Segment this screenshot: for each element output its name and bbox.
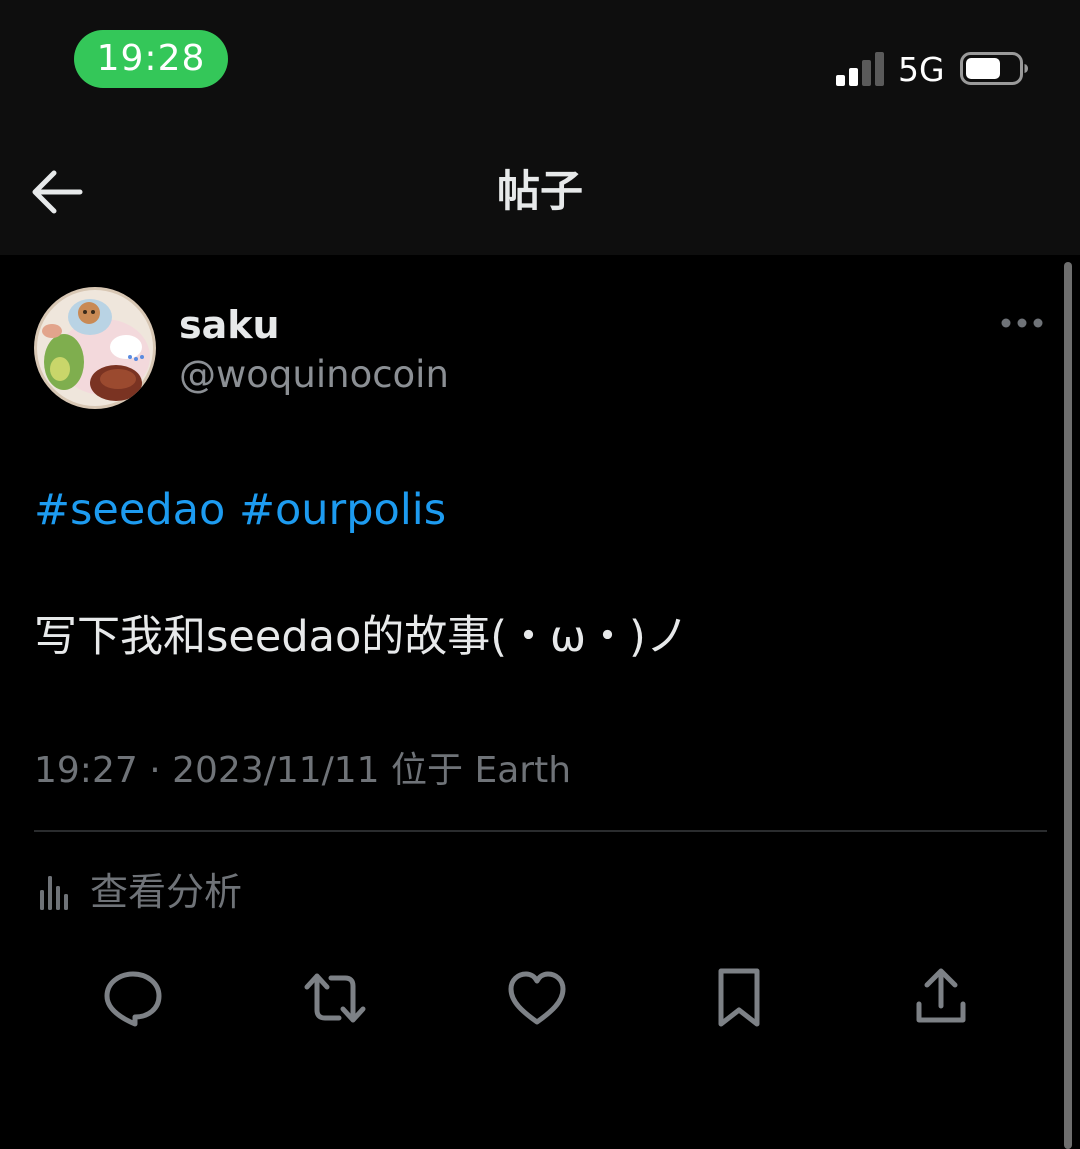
share-icon[interactable] <box>909 966 973 1030</box>
author-display-name[interactable]: saku <box>179 300 280 350</box>
post-text: 写下我和seedao的故事(・ω・)ノ <box>34 612 689 662</box>
battery-icon <box>960 52 1028 85</box>
repost-icon[interactable] <box>303 966 367 1030</box>
analytics-icon <box>40 876 68 910</box>
reply-icon[interactable] <box>101 966 165 1030</box>
page-title: 帖子 <box>497 167 583 217</box>
timestamp-separator: · <box>137 750 173 791</box>
view-analytics-button[interactable]: 查看分析 <box>34 864 242 920</box>
post-timestamp: 19:27 · 2023/11/11 位于 Earth <box>34 745 571 797</box>
avatar[interactable] <box>34 287 156 409</box>
hashtag-link[interactable]: #ourpolis <box>239 485 446 535</box>
signal-icon <box>836 52 886 86</box>
post-hashtags: #seedao #ourpolis <box>34 482 446 538</box>
post-time: 19:27 <box>34 750 138 791</box>
top-bar: 19:28 5G 帖子 <box>0 0 1080 255</box>
status-time-pill[interactable]: 19:28 <box>74 30 228 88</box>
post-location[interactable]: 位于 Earth <box>391 750 571 791</box>
author-handle[interactable]: @woquinocoin <box>179 350 449 400</box>
like-icon[interactable] <box>505 966 569 1030</box>
scrollbar[interactable] <box>1064 262 1072 1149</box>
hashtag-link[interactable]: #seedao <box>34 485 225 535</box>
bookmark-icon[interactable] <box>707 966 771 1030</box>
network-type: 5G <box>898 50 945 89</box>
view-analytics-label: 查看分析 <box>90 870 243 914</box>
more-options-icon[interactable] <box>998 306 1046 340</box>
post-date: 2023/11/11 <box>172 750 380 791</box>
divider <box>34 830 1047 832</box>
